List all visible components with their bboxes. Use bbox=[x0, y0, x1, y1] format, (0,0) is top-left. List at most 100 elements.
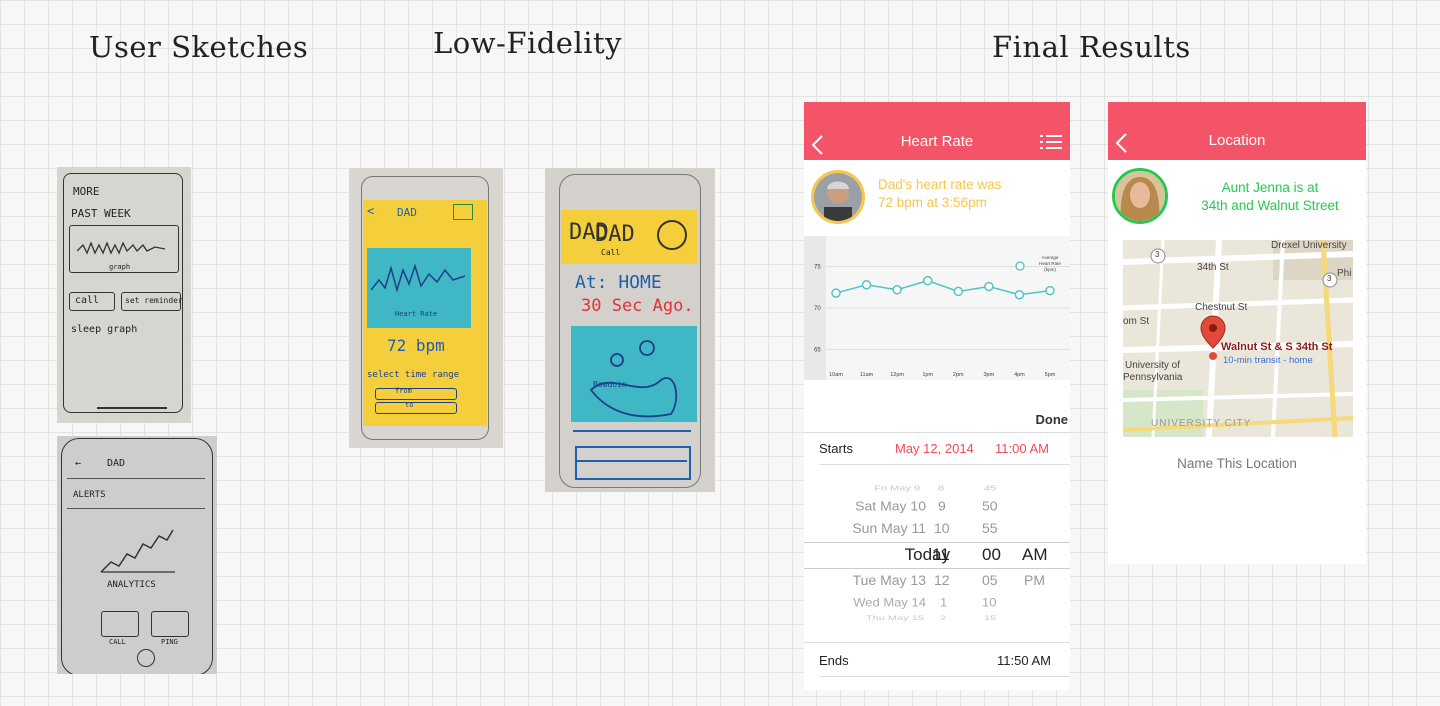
lowfi1-back: < bbox=[367, 204, 375, 218]
heart-rate-screen: Heart Rate Dad's heart rate was 72 bpm a… bbox=[804, 102, 1070, 690]
chart-x-tick-label: 11am bbox=[860, 372, 874, 378]
sketch-back-arrow: ← bbox=[75, 458, 82, 469]
chart-point bbox=[953, 286, 964, 297]
sketch-alerts: ALERTS bbox=[73, 490, 106, 500]
heart-rate-chart-svg: 75 70 65 10am 11am 12pm 1pm 2pm 3pm 4pm 5pm Average… bbox=[804, 236, 1070, 380]
picker-row[interactable]: Sun May 11 10 55 bbox=[804, 520, 1070, 538]
sketch-call-label: CALL bbox=[109, 638, 126, 646]
map-walnut-label: Walnut St & S 34th St bbox=[1221, 341, 1333, 353]
chart-legend-label: (bpm) bbox=[1044, 267, 1056, 272]
sketch-sleep-graph: sleep graph bbox=[71, 324, 138, 335]
chart-x-tick-label: 12pm bbox=[890, 372, 904, 378]
lowfi2-subtitle: Call bbox=[601, 248, 621, 257]
lowfi1-bpm: 72 bpm bbox=[387, 336, 445, 355]
map-upenn1: University of bbox=[1125, 360, 1181, 371]
dad-avatar bbox=[811, 170, 865, 224]
sketch-graph-scribble bbox=[77, 241, 166, 255]
chart-point bbox=[861, 280, 872, 290]
starts-date[interactable]: May 12, 2014 bbox=[895, 441, 974, 456]
ends-time[interactable]: 11:50 AM bbox=[997, 653, 1051, 668]
low-fidelity-heading: Low-Fidelity bbox=[433, 26, 623, 60]
final-results-heading: Final Results bbox=[992, 30, 1191, 64]
sketch-photo-past-week: MORE PAST WEEK graph call set reminder s… bbox=[57, 167, 191, 423]
aunt-jenna-avatar bbox=[1112, 168, 1168, 224]
lowfi1-from: from bbox=[395, 387, 412, 395]
lowfi1-to: to bbox=[405, 401, 414, 409]
chart-legend-marker bbox=[1015, 261, 1025, 271]
list-menu-icon[interactable] bbox=[1040, 134, 1062, 150]
user-sketches-heading: User Sketches bbox=[89, 30, 309, 64]
lowfi-photo-heart-rate: < DAD Heart Rate 72 bpm select time rang… bbox=[349, 168, 503, 448]
sketch-past-week: PAST WEEK bbox=[71, 207, 131, 220]
map-34th-st: 34th St bbox=[1197, 262, 1229, 273]
chart-y-tick-label: 75 bbox=[814, 265, 821, 271]
location-navbar: Location bbox=[1108, 102, 1366, 160]
heart-status-line2: 72 bpm at 3:56pm bbox=[878, 195, 987, 210]
starts-time[interactable]: 11:00 AM bbox=[995, 441, 1049, 456]
map-drexel: Drexel University bbox=[1271, 240, 1347, 251]
sketch-ping-label: PING bbox=[161, 638, 178, 646]
sketch-bar-chart bbox=[100, 529, 175, 573]
ends-label: Ends bbox=[819, 653, 849, 668]
heart-rate-navbar: Heart Rate bbox=[804, 102, 1070, 160]
chart-point bbox=[922, 275, 933, 286]
map-transit-label: 10-min transit - home bbox=[1223, 355, 1313, 366]
chart-legend-label: Average bbox=[1042, 255, 1059, 260]
map-roads bbox=[1123, 240, 1353, 437]
sketch-graph-label: graph bbox=[109, 263, 131, 271]
chart-x-tick-label: 4pm bbox=[1014, 372, 1025, 378]
map-route-3a: 3 bbox=[1155, 250, 1160, 259]
chart-point bbox=[984, 281, 994, 292]
name-this-location-field[interactable]: Name This Location bbox=[1108, 456, 1366, 471]
sketch-dad: DAD bbox=[107, 458, 126, 469]
location-status-line1: Aunt Jenna is at bbox=[1221, 180, 1319, 195]
picker-row[interactable]: Wed May 14 1 10 bbox=[804, 596, 1070, 610]
lowfi2-map-sketch bbox=[589, 340, 678, 418]
sketch-analytics: ANALYTICS bbox=[107, 580, 156, 590]
map-route-3b: 3 bbox=[1327, 274, 1332, 283]
map-om-st: om St bbox=[1123, 316, 1150, 327]
sketch-photo-analytics: DAD ← ALERTS ANALYTICS CALL PING bbox=[57, 436, 217, 674]
chart-x-tick-label: 1pm bbox=[922, 372, 933, 378]
picker-row-selected[interactable]: Today 11 00 AM bbox=[804, 545, 1070, 567]
picker-row[interactable]: Tue May 13 12 05 PM bbox=[804, 572, 1070, 590]
lowfi1-title: DAD bbox=[397, 206, 417, 219]
chart-y-tick-label: 70 bbox=[814, 306, 821, 312]
chart-x-tick-label: 5pm bbox=[1045, 372, 1056, 378]
location-status-line2: 34th and Walnut Street bbox=[1201, 198, 1339, 213]
heart-rate-title: Heart Rate bbox=[900, 133, 974, 150]
lowfi1-chart-caption: Heart Rate bbox=[395, 310, 438, 318]
map-chestnut: Chestnut St bbox=[1195, 302, 1248, 313]
chart-x-tick-label: 3pm bbox=[984, 372, 995, 378]
lowfi2-dad: DAD bbox=[595, 222, 635, 247]
map-upenn2: Pennsylvania bbox=[1123, 372, 1183, 383]
done-button[interactable]: Done bbox=[1036, 412, 1069, 427]
lowfi1-graph bbox=[371, 263, 466, 293]
picker-row[interactable]: Fri May 9 8 45 bbox=[804, 484, 1070, 494]
location-title: Location bbox=[1208, 132, 1266, 149]
picker-row[interactable]: Sat May 10 9 50 bbox=[804, 499, 1070, 515]
lowfi2-ago: 30 Sec Ago. bbox=[581, 296, 694, 316]
chart-point bbox=[892, 285, 902, 295]
location-map[interactable]: Drexel University 34th St 3 3 Phi Chestn… bbox=[1123, 240, 1353, 437]
map-phi: Phi bbox=[1337, 268, 1352, 279]
lowfi1-range: select time range bbox=[367, 370, 460, 380]
chart-point bbox=[1045, 285, 1055, 296]
chart-y-tick-label: 65 bbox=[814, 347, 821, 353]
picker-row[interactable]: Thu May 15 2 15 bbox=[804, 615, 1070, 623]
chart-x-tick-label: 10am bbox=[829, 372, 843, 378]
chart-point bbox=[1014, 289, 1025, 300]
heart-chart: 75 70 65 10am 11am 12pm 1pm 2pm 3pm 4pm 5pm Average… bbox=[804, 236, 1070, 380]
lowfi-photo-location: DAD DAD Call At: HOME 30 Sec Ago. Bowdoi… bbox=[545, 168, 715, 492]
sketch-set-reminder: set reminder bbox=[125, 296, 183, 305]
location-screen: Location Aunt Jenna is at 34th and Walnu… bbox=[1108, 102, 1366, 564]
lowfi2-at-home: At: HOME bbox=[575, 272, 662, 293]
date-time-picker[interactable]: Fri May 9 8 45 Sat May 10 9 50 Sun May 11 10 5… bbox=[804, 480, 1070, 628]
sketch-more: MORE bbox=[73, 185, 100, 198]
starts-label: Starts bbox=[819, 441, 853, 456]
sketch-call: call bbox=[75, 295, 100, 306]
heart-status-line1: Dad's heart rate was bbox=[878, 177, 1002, 192]
chart-point bbox=[831, 288, 841, 298]
lowfi2-map-label: Bowdoin bbox=[593, 380, 627, 389]
chart-legend-label: Heart Rate bbox=[1039, 261, 1061, 266]
